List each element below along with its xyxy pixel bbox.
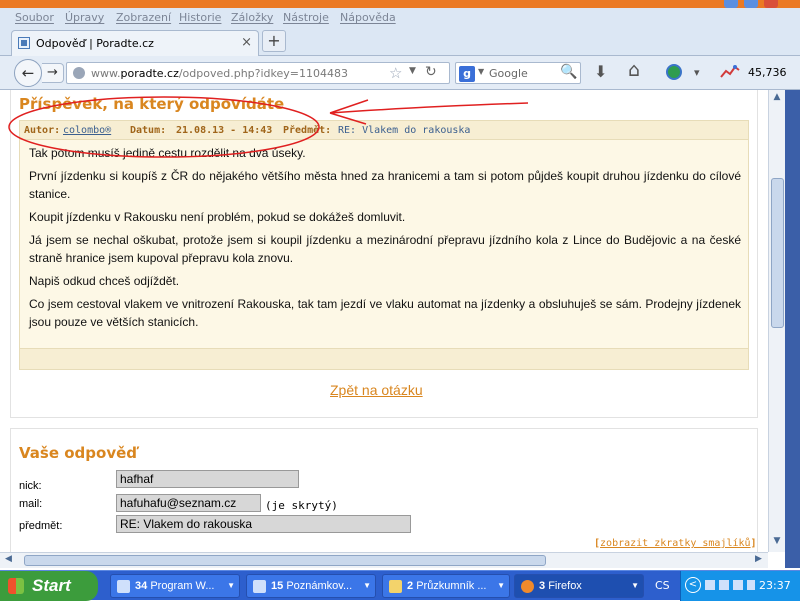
menu-historie[interactable]: Historie bbox=[179, 11, 221, 24]
bookmark-star-icon[interactable]: ☆ bbox=[389, 64, 402, 82]
folder-icon bbox=[389, 580, 402, 593]
group-arrow-icon: ▼ bbox=[497, 581, 505, 590]
horizontal-scroll-thumb[interactable] bbox=[24, 555, 546, 566]
forward-button[interactable]: → bbox=[42, 63, 64, 83]
home-icon[interactable]: ⌂ bbox=[628, 59, 640, 81]
tab-odpoved[interactable]: Odpověď | Poradte.cz × bbox=[11, 30, 259, 56]
vertical-scrollbar[interactable]: ▲ ▼ bbox=[768, 90, 785, 552]
safely-remove-icon[interactable] bbox=[719, 580, 729, 590]
taskbar-item-explorer[interactable]: 2 Průzkumník ... ▼ bbox=[382, 574, 510, 598]
close-window-button[interactable] bbox=[764, 0, 778, 8]
desktop-edge bbox=[785, 90, 800, 568]
mail-hidden-hint: (je skrytý) bbox=[265, 499, 338, 512]
menu-napoveda[interactable]: Nápověda bbox=[340, 11, 396, 24]
tab-bar: Odpověď | Poradte.cz × bbox=[0, 28, 800, 56]
nick-input[interactable]: hafhaf bbox=[116, 470, 299, 488]
group-arrow-icon: ▼ bbox=[631, 581, 639, 590]
addon-globe-icon[interactable] bbox=[666, 64, 682, 80]
scroll-right-icon[interactable]: ▶ bbox=[755, 554, 762, 564]
reply-heading: Vaše odpověď bbox=[19, 444, 138, 462]
scroll-up-icon[interactable]: ▲ bbox=[770, 92, 784, 106]
windows-taskbar: Start 34 Program W... ▼ 15 Poznámkov... … bbox=[0, 570, 800, 601]
address-bar[interactable]: www.poradte.cz/odpoved.php?idkey=1104483… bbox=[66, 62, 450, 84]
subject-input[interactable]: RE: Vlakem do rakouska bbox=[116, 515, 411, 533]
firefox-icon bbox=[521, 580, 534, 593]
post-paragraph: Koupit jízdenku v Rakousku není problém,… bbox=[29, 210, 406, 224]
post-paragraph: Tak potom musíš jedině cestu rozdělit na… bbox=[29, 146, 306, 160]
scroll-left-icon[interactable]: ◀ bbox=[5, 554, 12, 564]
page-content: Příspěvek, na který odpovídáte Autor: co… bbox=[0, 90, 768, 552]
taskbar-item-word[interactable]: 34 Program W... ▼ bbox=[110, 574, 240, 598]
group-arrow-icon: ▼ bbox=[363, 581, 371, 590]
clock: 23:37 bbox=[759, 579, 791, 592]
page-favicon-icon bbox=[18, 37, 30, 49]
google-engine-icon[interactable]: g bbox=[459, 66, 475, 82]
post-body: Tak potom musíš jedině cestu rozdělit na… bbox=[19, 140, 749, 348]
display-icon[interactable] bbox=[733, 580, 743, 590]
menu-zobrazeni[interactable]: Zobrazení bbox=[116, 11, 171, 24]
system-tray: < 23:37 bbox=[680, 571, 800, 601]
post-date: 21.08.13 - 14:43 bbox=[176, 125, 273, 136]
post-subject: RE: Vlakem do rakouska bbox=[338, 125, 471, 136]
back-button[interactable]: ← bbox=[14, 59, 42, 87]
tab-title: Odpověď | Poradte.cz bbox=[36, 37, 154, 50]
windows-flag-icon bbox=[8, 578, 24, 594]
menu-nastroje[interactable]: Nástroje bbox=[283, 11, 329, 24]
maximize-button[interactable] bbox=[744, 0, 758, 8]
post-heading: Příspěvek, na který odpovídáte bbox=[19, 95, 285, 113]
vertical-scroll-thumb[interactable] bbox=[771, 178, 784, 328]
smileys-shortcut-link[interactable]: [zobrazit zkratky smajlíků] bbox=[594, 538, 757, 549]
notepad-icon bbox=[253, 580, 266, 593]
addon-dropdown-icon[interactable]: ▾ bbox=[694, 66, 700, 79]
mail-input[interactable]: hafuhafu@seznam.cz bbox=[116, 494, 261, 512]
author-label: Autor: bbox=[24, 125, 61, 136]
alexa-rank: 45,736 bbox=[748, 66, 787, 79]
mail-label: mail: bbox=[19, 498, 43, 510]
reload-icon[interactable]: ↻ bbox=[425, 64, 437, 80]
group-arrow-icon: ▼ bbox=[227, 581, 235, 590]
network-icon[interactable] bbox=[705, 580, 715, 590]
word-icon bbox=[117, 580, 130, 593]
close-tab-icon[interactable]: × bbox=[241, 35, 252, 50]
post-paragraph: První jízdenku si koupíš z ČR do nějakéh… bbox=[29, 169, 741, 201]
subject-field-label: předmět: bbox=[19, 520, 63, 532]
horizontal-scrollbar[interactable]: ◀ ▶ bbox=[0, 552, 768, 568]
post-paragraph: Napiš odkud chceš odjíždět. bbox=[29, 274, 180, 288]
menu-zalozky[interactable]: Záložky bbox=[231, 11, 273, 24]
minimize-button[interactable] bbox=[724, 0, 738, 8]
tray-expand-icon[interactable]: < bbox=[685, 577, 701, 593]
search-icon[interactable]: 🔍 bbox=[560, 64, 577, 80]
url-text[interactable]: www.poradte.cz/odpoved.php?idkey=1104483 bbox=[91, 67, 348, 80]
new-tab-button[interactable]: + bbox=[262, 30, 286, 52]
url-history-dropdown-icon[interactable]: ▼ bbox=[409, 66, 416, 76]
menu-soubor[interactable]: Soubor bbox=[15, 11, 54, 24]
back-to-question-link[interactable]: Zpět na otázku bbox=[330, 382, 423, 398]
scroll-down-icon[interactable]: ▼ bbox=[770, 536, 784, 550]
taskbar-item-notepad[interactable]: 15 Poznámkov... ▼ bbox=[246, 574, 376, 598]
post-paragraph: Co jsem cestoval vlakem ve vnitrození Ra… bbox=[29, 297, 741, 329]
engine-dropdown-icon[interactable]: ▼ bbox=[478, 67, 484, 76]
download-icon[interactable]: ⬇ bbox=[594, 62, 607, 81]
post-meta-bar: Autor: colombo® Datum: 21.08.13 - 14:43 … bbox=[19, 120, 749, 140]
language-indicator[interactable]: CS bbox=[655, 579, 670, 592]
menu-upravy[interactable]: Úpravy bbox=[65, 11, 104, 24]
taskbar-item-firefox[interactable]: 3 Firefox ▼ bbox=[514, 574, 644, 598]
nick-label: nick: bbox=[19, 480, 42, 492]
search-box[interactable]: g ▼ Google 🔍 bbox=[455, 62, 581, 84]
date-label: Datum: bbox=[130, 125, 167, 136]
post-paragraph: Já jsem se nechal oškubat, protože jsem … bbox=[29, 233, 741, 265]
subject-label: Předmět: bbox=[283, 125, 332, 136]
menu-bar: Soubor Úpravy Zobrazení Historie Záložky… bbox=[0, 8, 800, 28]
post-footer bbox=[19, 348, 749, 370]
start-button[interactable]: Start bbox=[0, 571, 98, 601]
alexa-chart-icon[interactable] bbox=[720, 64, 740, 80]
search-placeholder[interactable]: Google bbox=[489, 67, 528, 80]
author-link[interactable]: colombo® bbox=[63, 125, 111, 136]
site-identity-icon[interactable] bbox=[73, 67, 85, 79]
volume-icon[interactable] bbox=[747, 580, 755, 590]
